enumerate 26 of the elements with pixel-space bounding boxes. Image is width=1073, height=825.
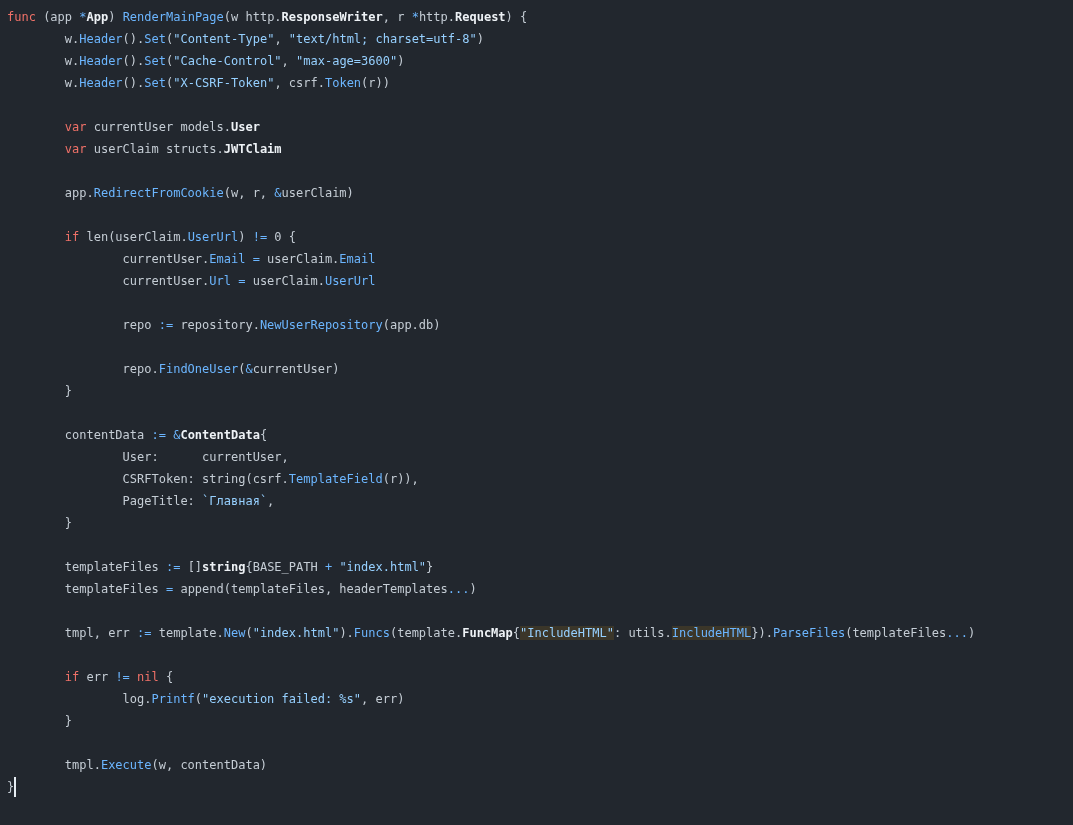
- code-line: tmpl.Execute(w, contentData): [63, 757, 268, 774]
- code-line: repo := repository.NewUserRepository(app.db): [121, 317, 441, 334]
- code-line: CSRFToken: string(csrf.TemplateField(r)),: [121, 471, 419, 488]
- code-line: func (app *App) RenderMainPage(w http.ResponseWriter, r *http.Request) {: [7, 9, 528, 26]
- code-line: contentData := &ContentData{: [63, 427, 268, 444]
- code-line: app.RedirectFromCookie(w, r, &userClaim): [63, 185, 354, 202]
- code-line: var userClaim structs.JWTClaim: [63, 141, 282, 158]
- code-line: User: currentUser,: [121, 449, 289, 466]
- code-line: }: [63, 713, 73, 730]
- code-line: currentUser.Email = userClaim.Email: [121, 251, 376, 268]
- code-line: PageTitle: `Главная`,: [121, 493, 275, 510]
- code-line: w.Header().Set("Cache-Control", "max-age=3600"): [63, 53, 405, 70]
- code-line: templateFiles := []string{BASE_PATH + "index.html"}: [63, 559, 434, 576]
- code-line: currentUser.Url = userClaim.UserUrl: [121, 273, 376, 290]
- code-line: w.Header().Set("X-CSRF-Token", csrf.Token(r)): [63, 75, 390, 92]
- code-line: repo.FindOneUser(&currentUser): [121, 361, 340, 378]
- code-line: log.Printf("execution failed: %s", err): [121, 691, 405, 708]
- code-line: }: [63, 515, 73, 532]
- code-line: }: [7, 779, 15, 796]
- code-line: }: [63, 383, 73, 400]
- code-line: tmpl, err := template.New("index.html").Funcs(template.FuncMap{"IncludeHTML": utils.IncludeHTML}).ParseFiles(templateFiles...): [63, 625, 976, 642]
- code-line: w.Header().Set("Content-Type", "text/html; charset=utf-8"): [63, 31, 484, 48]
- code-line: var currentUser models.User: [63, 119, 260, 136]
- code-line: if err != nil {: [63, 669, 174, 686]
- code-line: templateFiles = append(templateFiles, headerTemplates...): [63, 581, 477, 598]
- code-line: if len(userClaim.UserUrl) != 0 {: [63, 229, 296, 246]
